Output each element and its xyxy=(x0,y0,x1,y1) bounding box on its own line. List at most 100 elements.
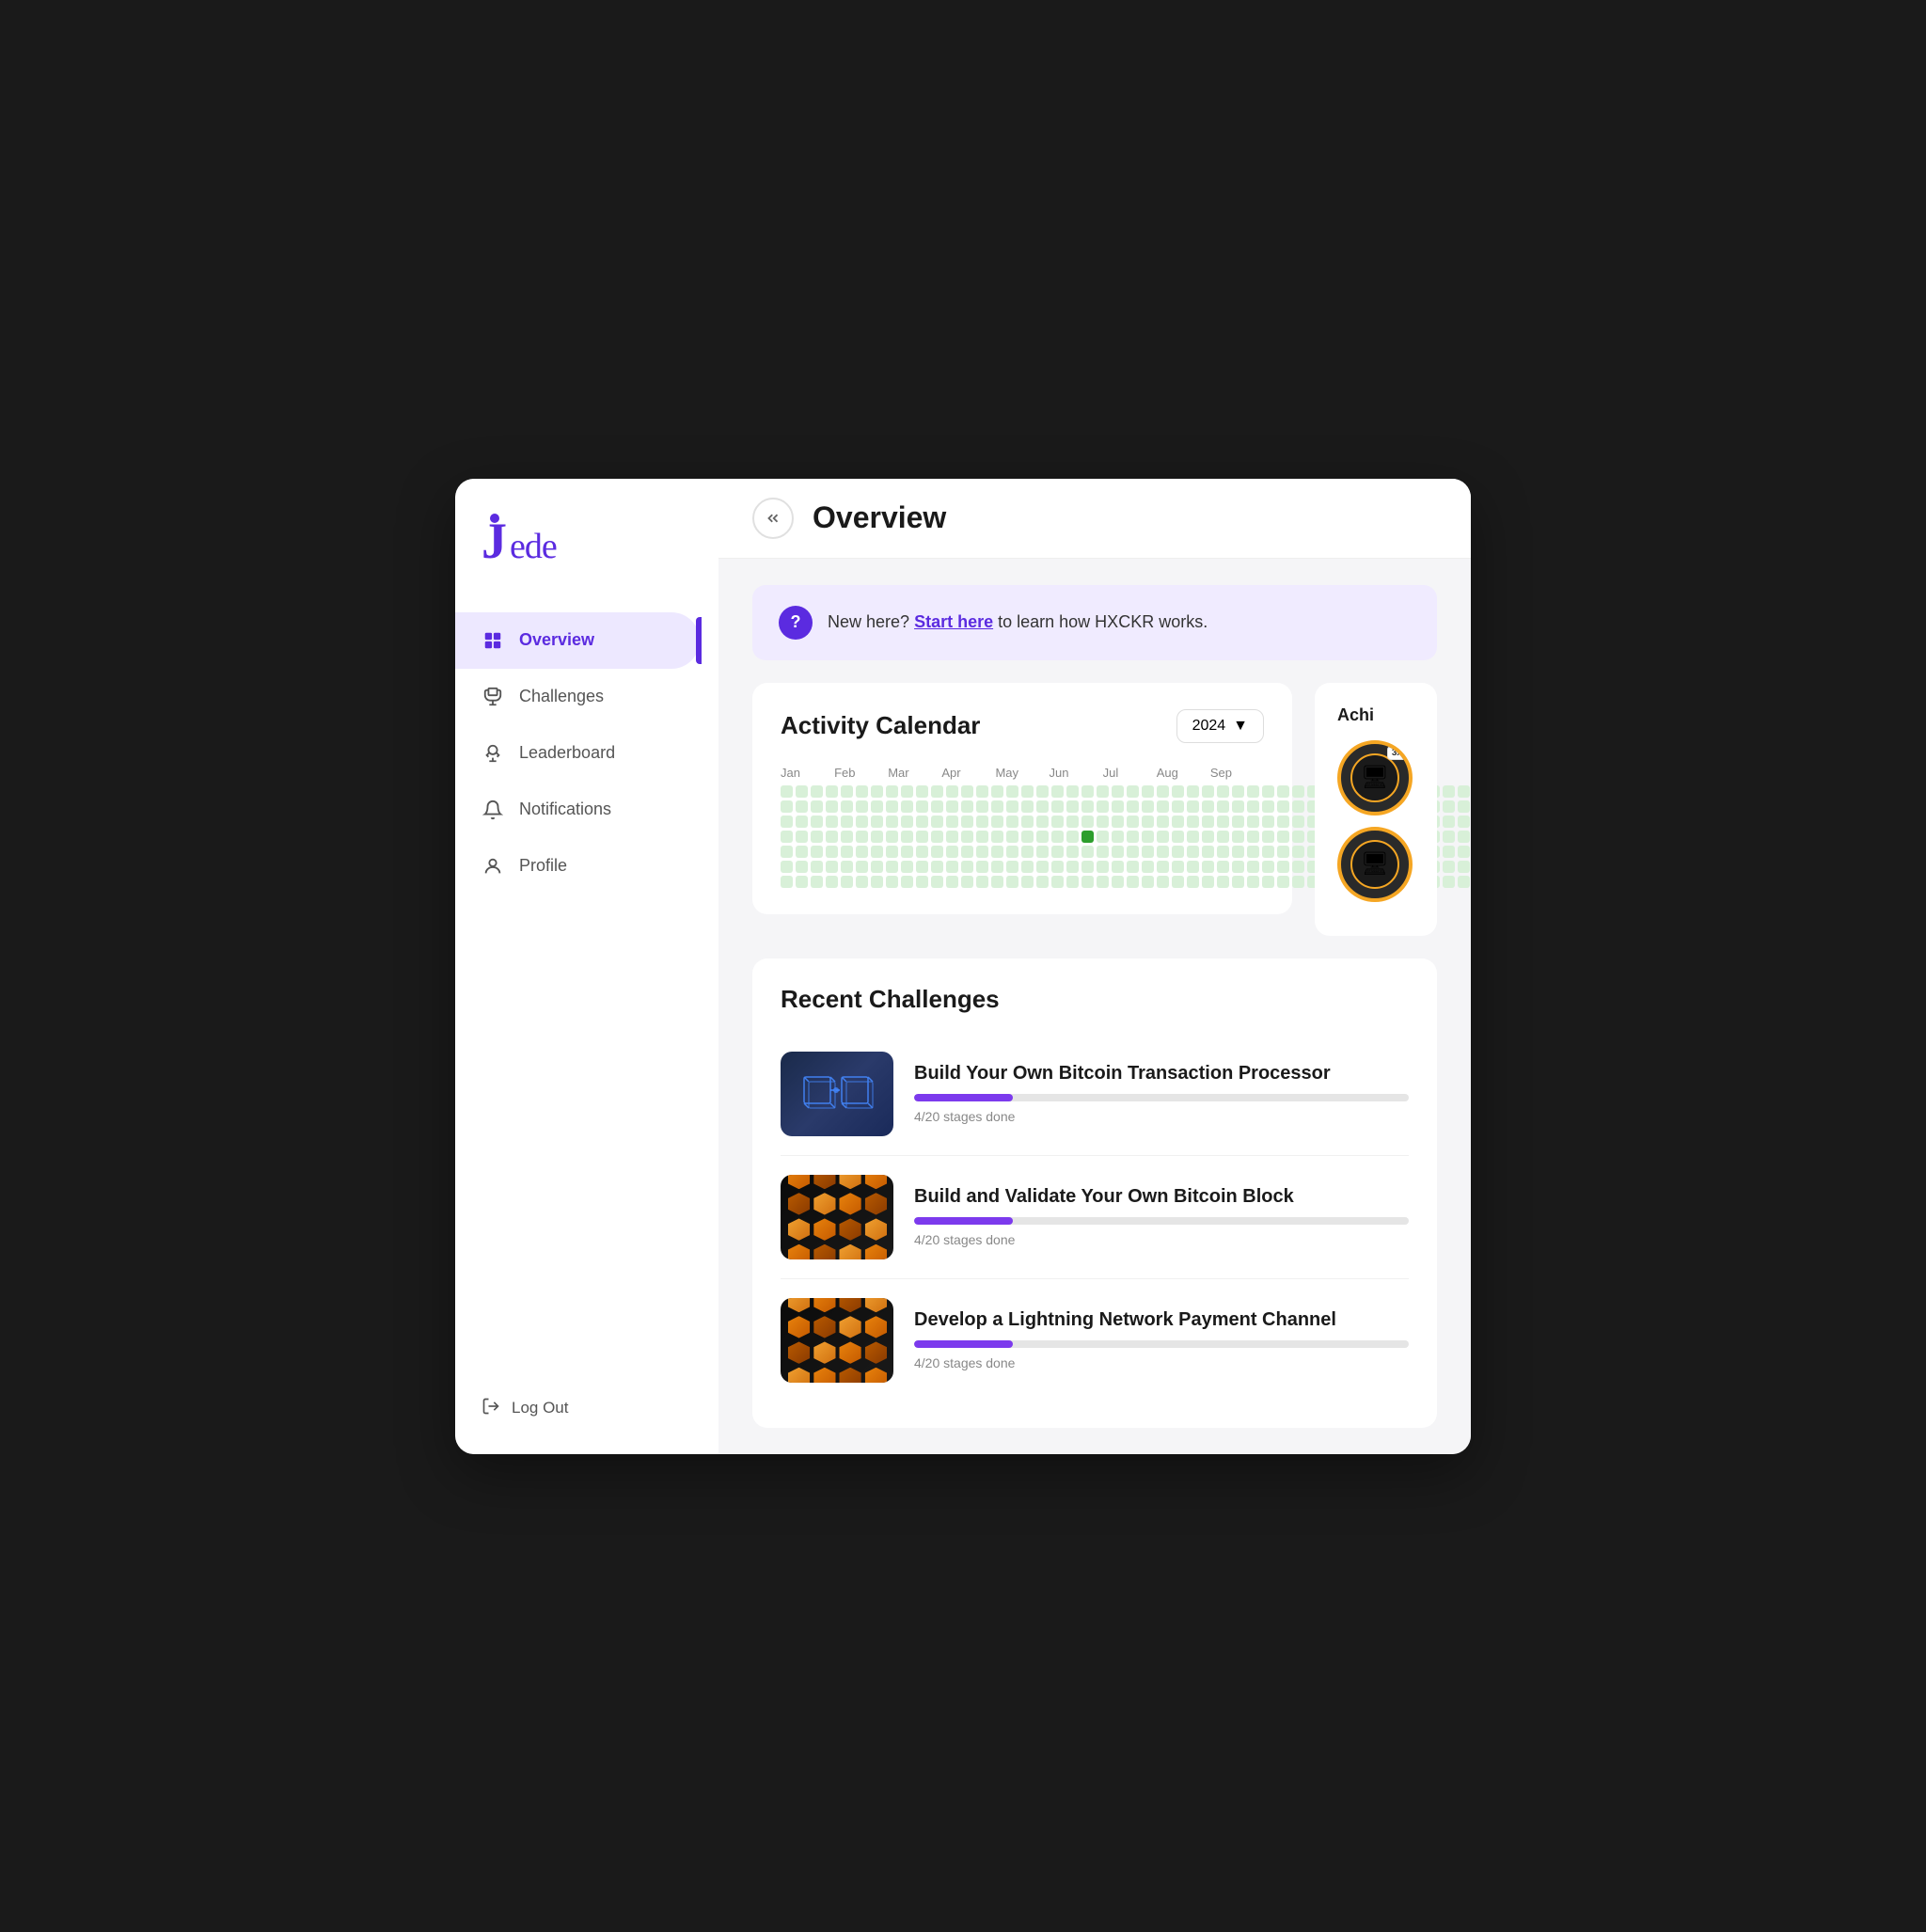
sidebar-item-profile[interactable]: Profile xyxy=(455,838,700,895)
cal-cell xyxy=(1127,831,1139,843)
cal-cell xyxy=(1172,816,1184,828)
challenge-item-1[interactable]: Build Your Own Bitcoin Transaction Proce… xyxy=(781,1033,1409,1156)
cal-cell xyxy=(1157,816,1169,828)
cal-cell xyxy=(1112,831,1124,843)
cal-cell xyxy=(796,785,808,798)
cal-cell xyxy=(1187,831,1199,843)
cal-cell xyxy=(946,876,958,888)
cal-cell xyxy=(841,876,853,888)
cal-cell xyxy=(991,831,1003,843)
badge-inner-1: 🖥 xyxy=(1350,753,1399,802)
banner-post-text: to learn how HXCKR works. xyxy=(998,612,1208,631)
cal-cell xyxy=(946,785,958,798)
cal-cell xyxy=(916,816,928,828)
cal-cell xyxy=(1292,831,1304,843)
cal-cell xyxy=(1247,846,1259,858)
cal-cell xyxy=(1036,785,1049,798)
challenge-item-3[interactable]: Develop a Lightning Network Payment Chan… xyxy=(781,1279,1409,1401)
cal-cell xyxy=(811,831,823,843)
year-selector[interactable]: 2024 ▼ xyxy=(1176,709,1264,743)
cal-cell xyxy=(1081,831,1094,843)
achievement-badge-1[interactable]: 🖥 3x xyxy=(1337,740,1413,816)
cal-cell xyxy=(871,800,883,813)
cal-cell xyxy=(1157,800,1169,813)
cal-cell xyxy=(1097,785,1109,798)
cal-cell xyxy=(886,800,898,813)
sidebar-item-leaderboard[interactable]: Leaderboard xyxy=(455,725,700,782)
cal-cell xyxy=(1458,876,1470,888)
cal-cell xyxy=(1187,846,1199,858)
cal-cell xyxy=(1292,816,1304,828)
badge-inner-2: 🖥 xyxy=(1350,840,1399,889)
cal-cell xyxy=(1217,816,1229,828)
cal-cell xyxy=(886,876,898,888)
overview-icon xyxy=(482,629,504,652)
progress-bar-bg-3 xyxy=(914,1340,1409,1348)
cal-cell xyxy=(1458,861,1470,873)
sidebar-nav: Overview Challenges xyxy=(455,601,718,1374)
sidebar-bottom: Log Out xyxy=(455,1374,718,1454)
cal-cell xyxy=(1081,861,1094,873)
logout-button[interactable]: Log Out xyxy=(482,1397,692,1420)
cal-cell xyxy=(916,831,928,843)
cal-cell xyxy=(1202,876,1214,888)
cal-cell xyxy=(1112,861,1124,873)
challenge-item-2[interactable]: Build and Validate Your Own Bitcoin Bloc… xyxy=(781,1156,1409,1279)
sidebar-item-challenges[interactable]: Challenges xyxy=(455,669,700,725)
cal-cell xyxy=(826,831,838,843)
cal-cell xyxy=(976,800,988,813)
achievement-badge-2[interactable]: 🖥 xyxy=(1337,827,1413,902)
challenge-name-1: Build Your Own Bitcoin Transaction Proce… xyxy=(914,1063,1409,1085)
cal-cell xyxy=(1247,800,1259,813)
sidebar-item-label: Leaderboard xyxy=(519,743,615,763)
cal-cell xyxy=(1006,831,1018,843)
cal-cell xyxy=(901,861,913,873)
cal-cell xyxy=(1232,800,1244,813)
cal-cell xyxy=(886,861,898,873)
cal-cell xyxy=(1157,831,1169,843)
cal-cell xyxy=(1443,876,1455,888)
cal-cell xyxy=(1006,785,1018,798)
banner-text: New here? Start here to learn how HXCKR … xyxy=(828,612,1208,632)
cal-cell xyxy=(946,846,958,858)
challenge-thumb-3 xyxy=(781,1298,893,1383)
cal-cell xyxy=(1443,846,1455,858)
progress-bar-bg-1 xyxy=(914,1094,1409,1101)
calendar-row: Activity Calendar 2024 ▼ JanFebMarAprMay… xyxy=(752,683,1437,936)
year-value: 2024 xyxy=(1192,718,1226,735)
badge-count-1: 3x xyxy=(1387,746,1407,760)
cal-cell xyxy=(1006,800,1018,813)
sidebar-item-overview[interactable]: Overview xyxy=(455,612,700,669)
cal-cell xyxy=(871,831,883,843)
cal-cell xyxy=(856,846,868,858)
cal-cell xyxy=(796,861,808,873)
cal-cell xyxy=(1458,800,1470,813)
banner-link[interactable]: Start here xyxy=(914,612,993,631)
cal-cell xyxy=(1157,846,1169,858)
cal-cell xyxy=(841,800,853,813)
cal-cell xyxy=(1066,846,1079,858)
cal-cell xyxy=(781,846,793,858)
sidebar-item-notifications[interactable]: Notifications xyxy=(455,782,700,838)
cal-cell xyxy=(1187,861,1199,873)
cal-cell xyxy=(796,846,808,858)
cal-cell xyxy=(946,831,958,843)
cal-cell xyxy=(1443,816,1455,828)
cal-cell xyxy=(1081,800,1094,813)
collapse-sidebar-button[interactable] xyxy=(752,498,794,539)
cal-cell xyxy=(1262,876,1274,888)
cal-cell xyxy=(991,800,1003,813)
cal-cell xyxy=(1247,876,1259,888)
cal-cell xyxy=(811,846,823,858)
cal-cell xyxy=(961,876,973,888)
cal-cell xyxy=(1051,816,1064,828)
cal-cell xyxy=(1292,785,1304,798)
achievements-card: Achi 🖥 3x 🖥 xyxy=(1315,683,1437,936)
cal-cell xyxy=(1051,846,1064,858)
cal-cell xyxy=(1097,831,1109,843)
cal-cell xyxy=(1172,861,1184,873)
cal-cell xyxy=(1217,861,1229,873)
cal-cell xyxy=(871,816,883,828)
cal-cell xyxy=(1232,831,1244,843)
cal-cell xyxy=(871,785,883,798)
